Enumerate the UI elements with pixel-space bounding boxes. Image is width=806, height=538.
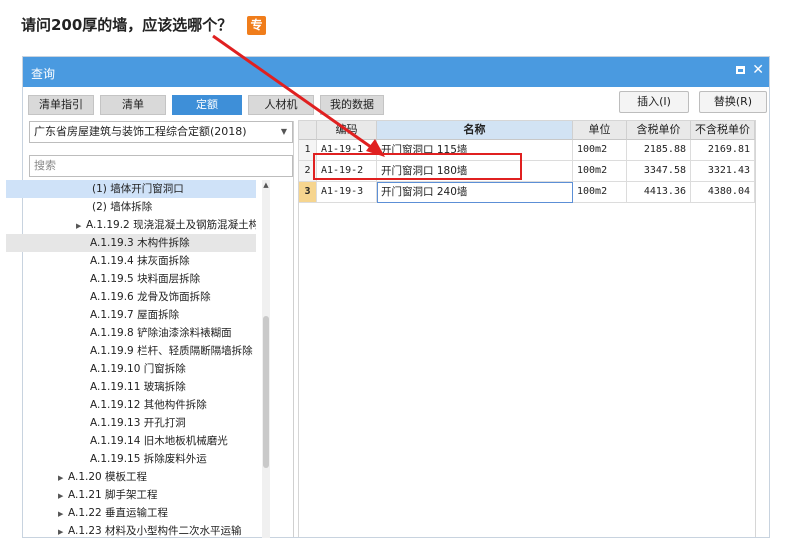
annotation-arrow-icon (212, 34, 385, 157)
